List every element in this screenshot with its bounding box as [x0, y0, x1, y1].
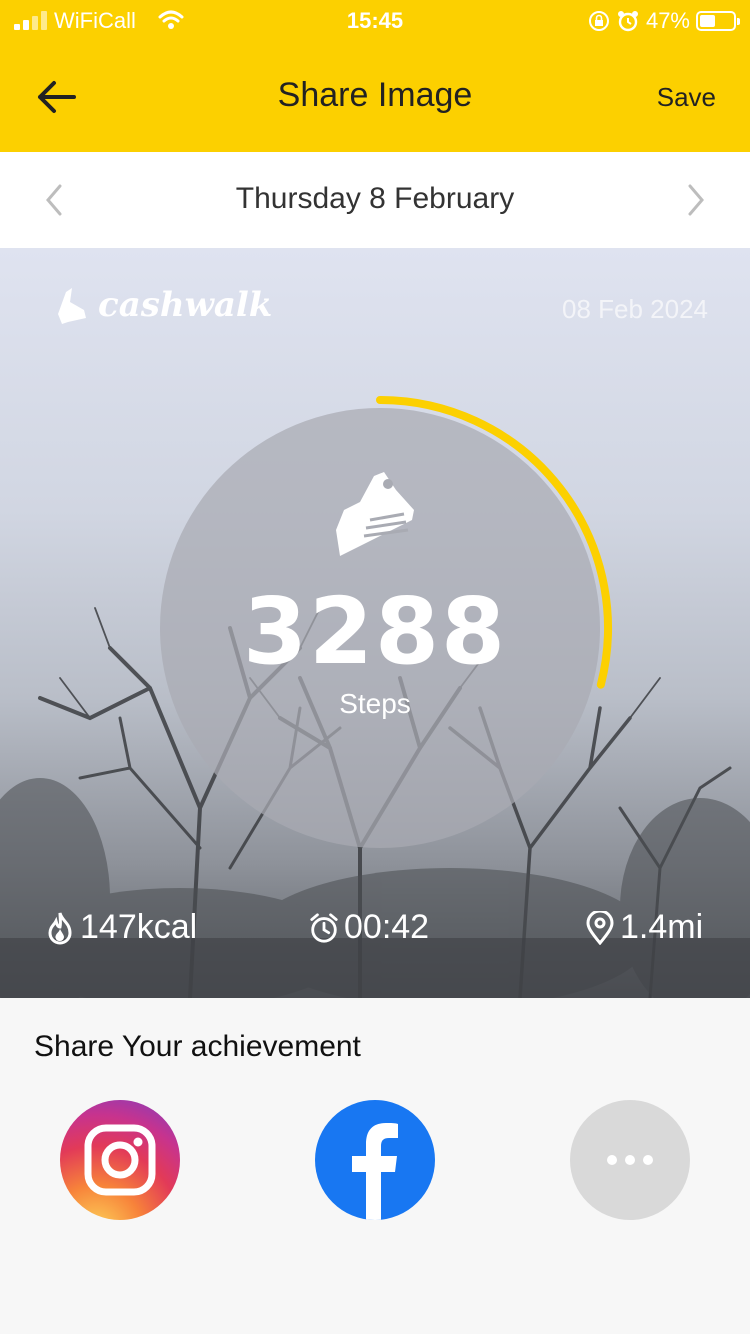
more-share-button[interactable] — [570, 1100, 690, 1220]
steps-count: 3288 — [242, 578, 508, 685]
location-pin-icon — [586, 910, 614, 945]
calories-stat: 147kcal — [44, 908, 197, 947]
page-title: Share Image — [277, 76, 473, 114]
duration-stat: 00:42 — [308, 908, 429, 947]
battery-percent: 47% — [645, 8, 690, 33]
card-date: 08 Feb 2024 — [561, 294, 708, 324]
brand-name: cashwalk — [98, 285, 273, 325]
battery-icon — [696, 11, 740, 31]
duration-value: 00:42 — [344, 908, 430, 946]
header-bar: WiFiCall 15:45 47% Share Image Save — [0, 0, 750, 152]
distance-value: 1.4mi — [620, 908, 704, 946]
steps-label: Steps — [339, 688, 411, 719]
date-navigator: Thursday 8 February — [0, 152, 750, 248]
facebook-icon — [352, 1123, 398, 1220]
status-bar: WiFiCall 15:45 47% — [0, 0, 750, 42]
share-image-card: cashwalk 08 Feb 2024 3288 Steps 147kcal … — [0, 248, 750, 998]
distance-stat: 1.4mi — [584, 908, 703, 947]
more-icon — [607, 1155, 653, 1165]
save-button[interactable]: Save — [657, 82, 716, 113]
calories-value: 147kcal — [80, 908, 198, 946]
rotation-lock-icon — [588, 11, 609, 31]
shoe-logo-icon — [58, 288, 86, 324]
selected-date: Thursday 8 February — [235, 182, 515, 215]
facebook-share-button[interactable] — [315, 1100, 435, 1220]
share-section-title: Share Your achievement — [34, 1030, 361, 1063]
brand-logo: cashwalk — [52, 284, 272, 330]
flame-icon — [48, 912, 72, 944]
alarm-clock-icon — [310, 912, 338, 943]
instagram-share-button[interactable] — [60, 1100, 180, 1220]
instagram-icon — [84, 1124, 156, 1196]
alarm-icon — [617, 11, 638, 32]
chevron-right-icon[interactable] — [684, 182, 708, 218]
sneaker-icon — [336, 472, 414, 556]
